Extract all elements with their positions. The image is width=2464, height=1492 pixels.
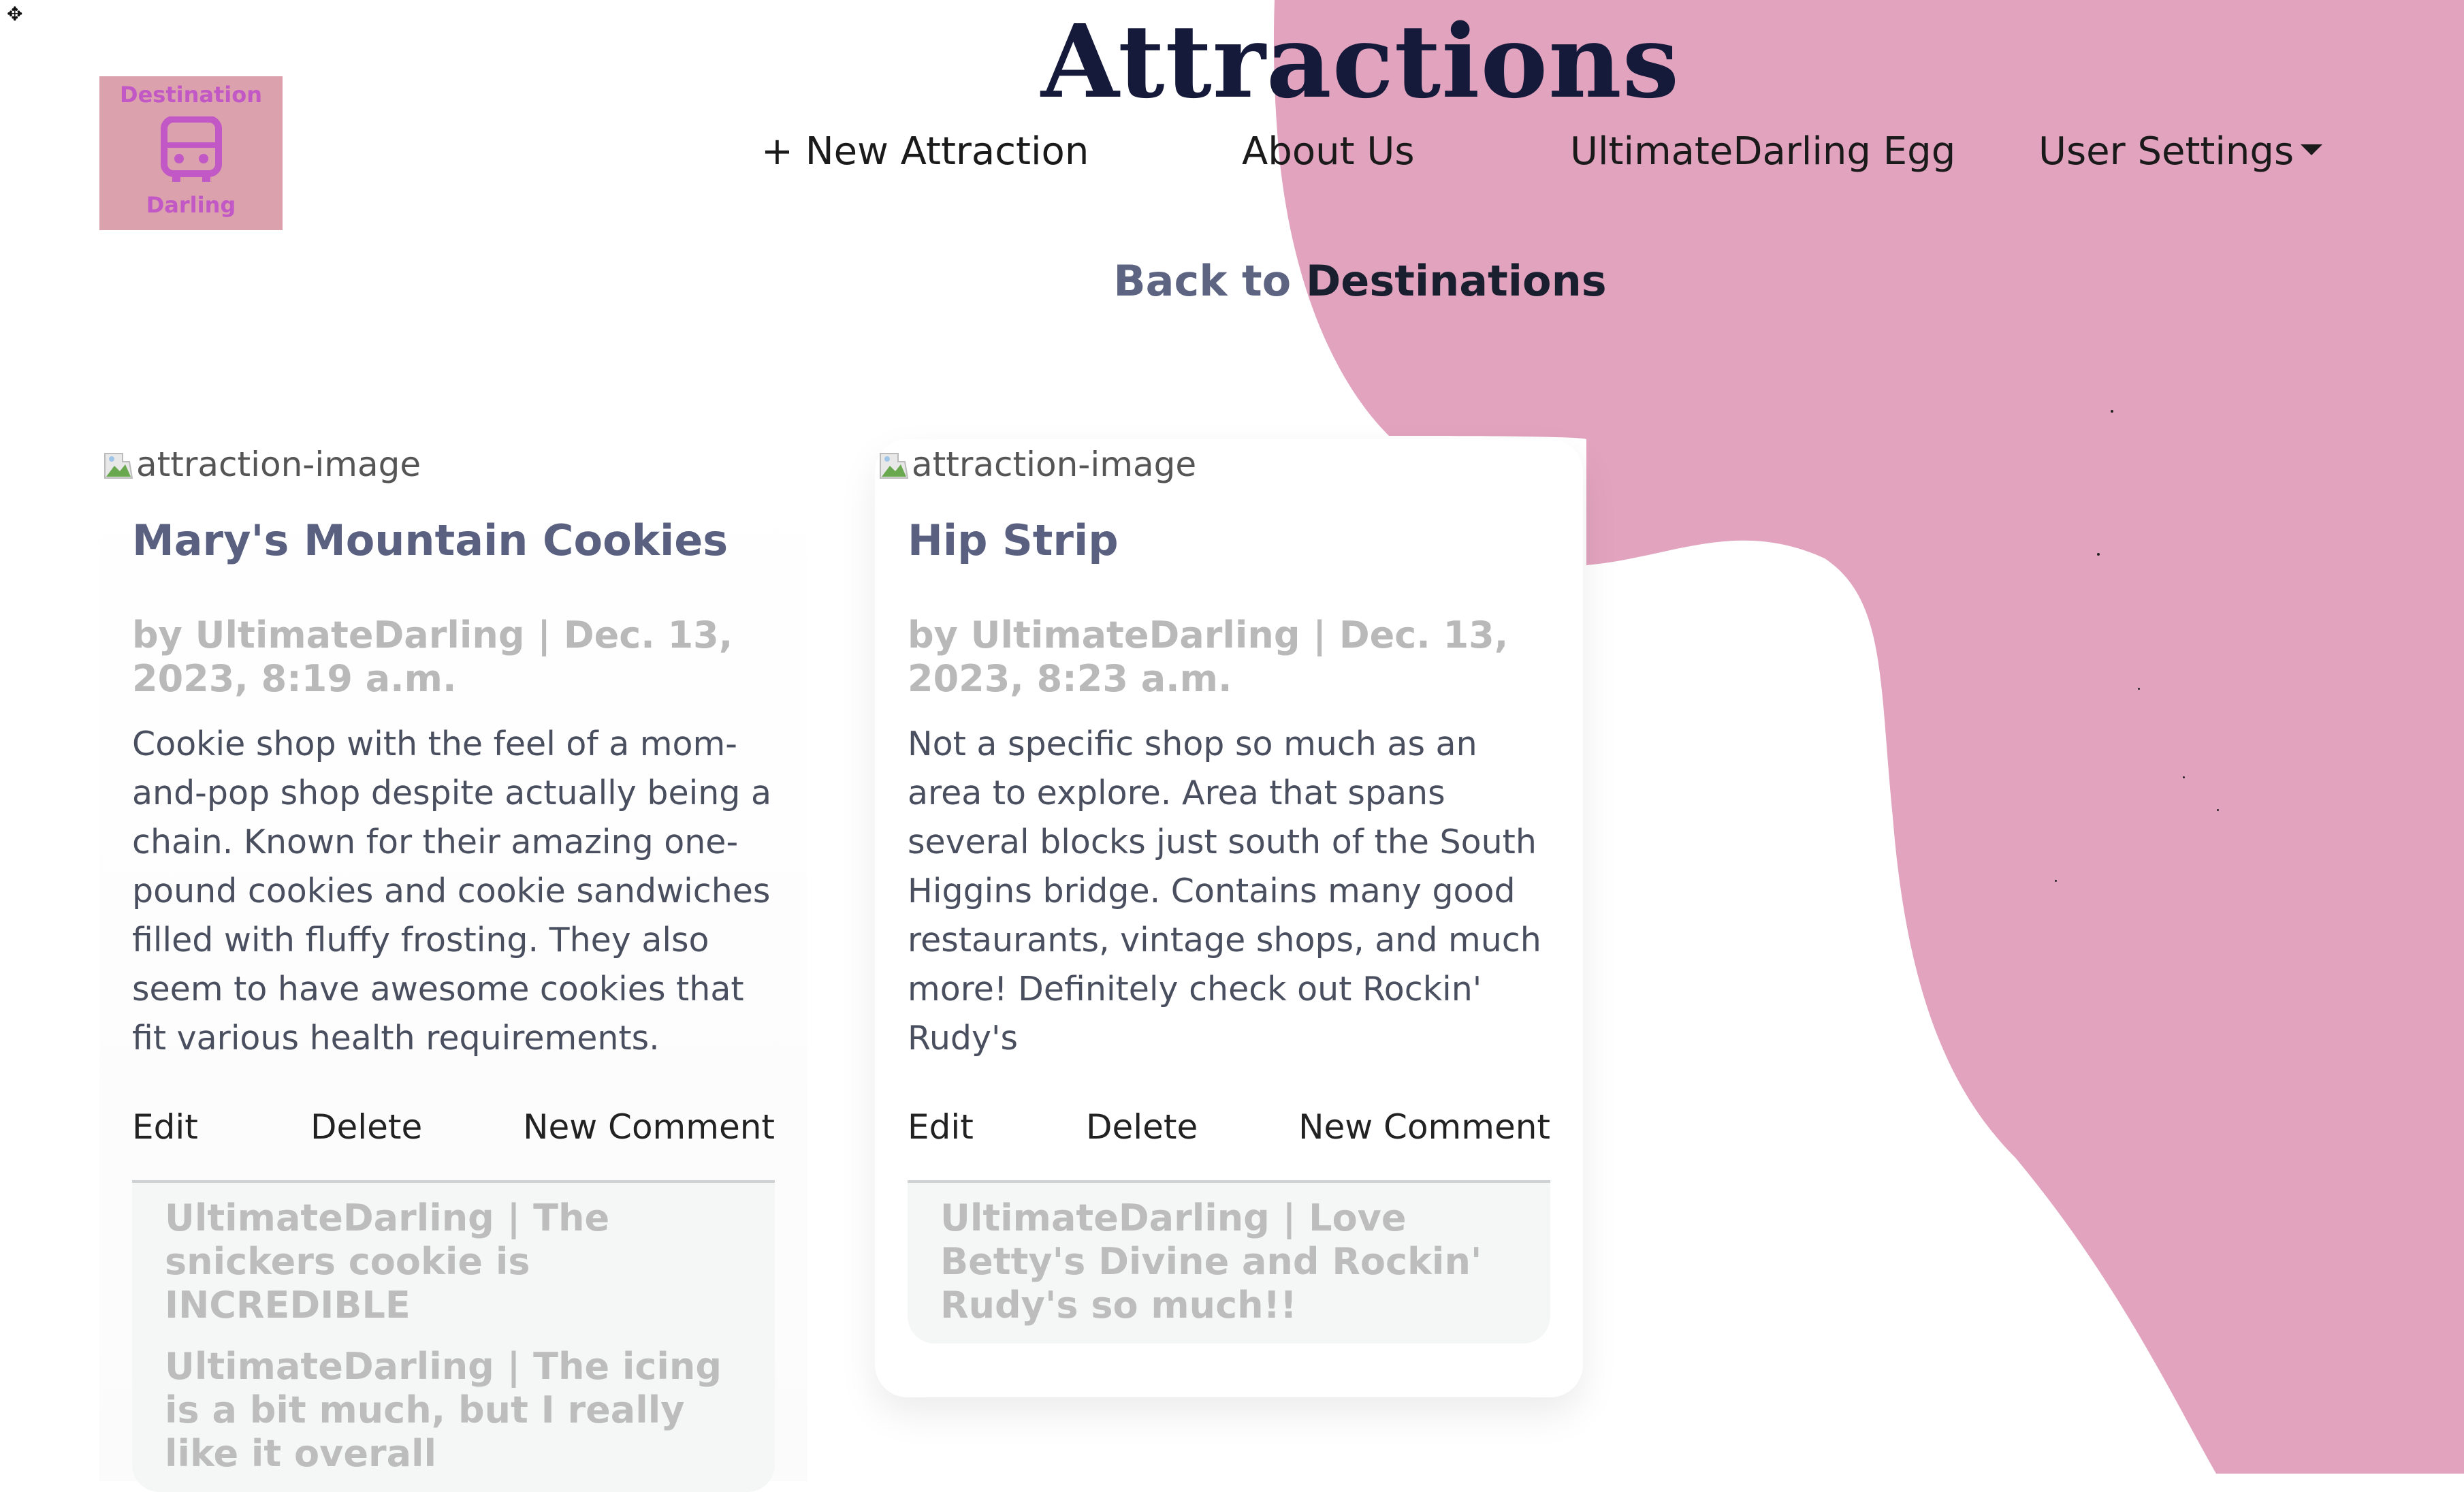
- caret-down-icon: [2301, 144, 2323, 155]
- back-link-prefix: Back to: [1113, 256, 1292, 306]
- broken-image-icon: [104, 453, 133, 479]
- attraction-title: Hip Strip: [908, 515, 1119, 565]
- attraction-image: attraction-image: [878, 445, 1196, 484]
- back-to-destinations-link[interactable]: Back to Destinations: [1113, 256, 1606, 306]
- attraction-description: Not a specific shop so much as an area t…: [908, 725, 1541, 1058]
- logo-text-line1: Destination: [120, 82, 262, 108]
- nav-egg-link[interactable]: UltimateDarling Egg: [1570, 121, 1955, 182]
- back-link-destination: Destinations: [1305, 256, 1607, 306]
- user-settings-label: User Settings: [2038, 129, 2294, 174]
- edit-button[interactable]: Edit: [132, 1100, 198, 1154]
- attraction-description: Cookie shop with the feel of a mom-and-p…: [132, 725, 771, 1058]
- comments-list: UltimateDarling | Love Betty's Divine an…: [908, 1180, 1550, 1344]
- speck: [2217, 809, 2219, 811]
- back-link-container: Back to Destinations: [0, 251, 2464, 312]
- nav-user-settings-dropdown[interactable]: User Settings: [2038, 121, 2323, 182]
- edit-button[interactable]: Edit: [908, 1100, 974, 1154]
- delete-button[interactable]: Delete: [1086, 1100, 1198, 1154]
- attraction-meta: by UltimateDarling | Dec. 13, 2023, 8:23…: [908, 614, 1509, 700]
- attraction-card: attraction-image Hip Strip by UltimateDa…: [875, 439, 1583, 1397]
- logo-text-line2: Darling: [146, 192, 236, 218]
- comment-item: UltimateDarling | The icing is a bit muc…: [165, 1345, 722, 1475]
- new-comment-button[interactable]: New Comment: [1298, 1100, 1550, 1154]
- delete-button[interactable]: Delete: [310, 1100, 422, 1154]
- attraction-card: attraction-image Mary's Mountain Cookies…: [99, 439, 807, 1492]
- attraction-actions: Edit Delete New Comment: [908, 1100, 1550, 1154]
- attraction-image: attraction-image: [102, 445, 421, 484]
- speck: [2097, 553, 2100, 556]
- comments-list: UltimateDarling | The snickers cookie is…: [132, 1180, 775, 1492]
- new-comment-button[interactable]: New Comment: [523, 1100, 775, 1154]
- attraction-meta: by UltimateDarling | Dec. 13, 2023, 8:19…: [132, 614, 733, 700]
- speck: [2055, 880, 2057, 882]
- image-alt-text: attraction-image: [136, 445, 421, 484]
- comment-item: UltimateDarling | The snickers cookie is…: [165, 1196, 610, 1327]
- image-alt-text: attraction-image: [912, 445, 1197, 484]
- comment-item: UltimateDarling | Love Betty's Divine an…: [940, 1196, 1482, 1327]
- speck: [2183, 776, 2185, 778]
- nav-new-attraction-link[interactable]: + New Attraction: [761, 121, 1089, 182]
- main-nav: + New Attraction About Us UltimateDarlin…: [0, 121, 2464, 182]
- page-title: Attractions: [1040, 2, 1680, 121]
- speck: [2138, 688, 2140, 690]
- speck: [2111, 410, 2113, 413]
- attraction-title: Mary's Mountain Cookies: [132, 515, 729, 565]
- broken-image-icon: [880, 453, 909, 479]
- attraction-actions: Edit Delete New Comment: [132, 1100, 775, 1154]
- nav-about-us-link[interactable]: About Us: [1242, 121, 1415, 182]
